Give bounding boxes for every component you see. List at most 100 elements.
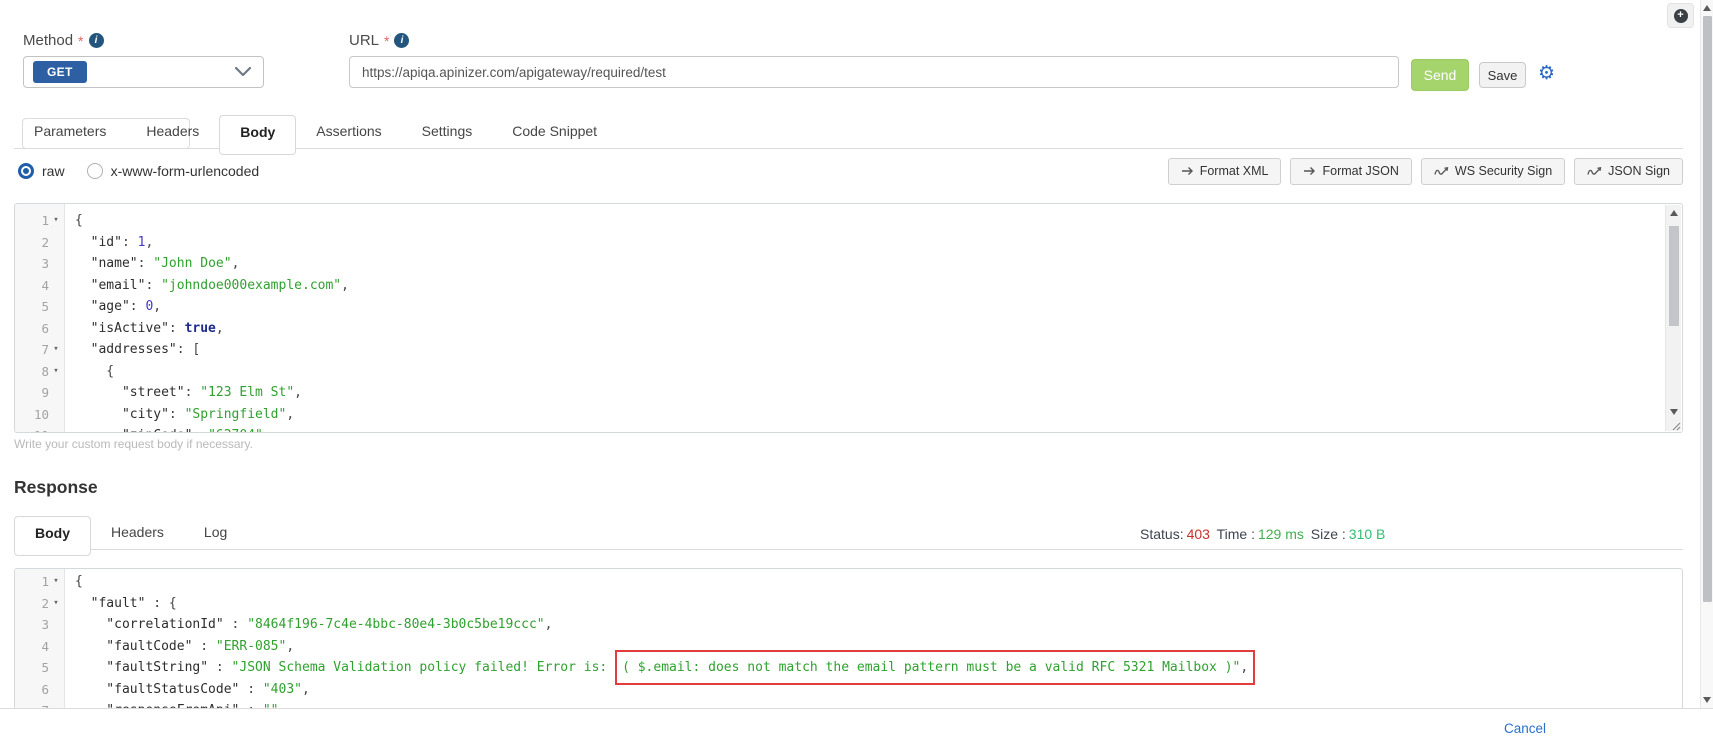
signature-icon (1434, 166, 1449, 177)
tab-headers[interactable]: Headers (126, 115, 219, 148)
gear-icon[interactable]: ⚙ (1538, 60, 1555, 86)
body-hint-text: Write your custom request body if necess… (14, 437, 1683, 451)
send-button[interactable]: Send (1411, 59, 1469, 91)
status-value: 403 (1187, 526, 1210, 542)
line-number: 1 (41, 210, 49, 232)
line-number: 10 (34, 404, 49, 426)
line-number: 6 (41, 679, 49, 701)
tab-assertions[interactable]: Assertions (296, 115, 401, 148)
tab-body[interactable]: Body (219, 115, 296, 155)
radio-selected-icon (18, 163, 34, 179)
line-number: 6 (41, 318, 49, 340)
fold-arrow-icon[interactable]: ▾ (49, 210, 63, 232)
code-line: 5 "age": 0, (15, 296, 1682, 318)
required-marker: * (384, 33, 389, 49)
info-icon[interactable]: i (394, 33, 409, 48)
line-number: 9 (41, 382, 49, 404)
code-line: 11 "zipCode": "62704", (15, 425, 1682, 433)
response-body-editor[interactable]: 1▾{2▾ "fault" : {3 "correlationId" : "84… (14, 568, 1683, 722)
line-number: 5 (41, 657, 49, 679)
fold-arrow-icon[interactable]: ▾ (49, 571, 63, 593)
request-bar: Method * i GET URL * i Send Save ⚙ (23, 32, 1683, 91)
code-line: 1▾{ (15, 210, 1682, 232)
response-title: Response (14, 477, 1683, 498)
request-tabstrip: Parameters Headers Body Assertions Setti… (14, 109, 1683, 155)
scroll-down-icon[interactable] (1703, 697, 1711, 703)
arrow-right-icon (1181, 166, 1194, 176)
request-body-editor[interactable]: 1▾{2 "id": 1,3 "name": "John Doe",4 "ema… (14, 203, 1683, 433)
json-sign-button[interactable]: JSON Sign (1574, 158, 1683, 185)
body-mode-row: raw x-www-form-urlencoded Format XML For… (14, 157, 1683, 185)
url-input[interactable] (349, 56, 1399, 88)
line-number: 11 (34, 425, 49, 433)
code-line: 4 "email": "johndoe000example.com", (15, 275, 1682, 297)
scrollbar-thumb[interactable] (1669, 226, 1679, 326)
code-line: 6 "isActive": true, (15, 318, 1682, 340)
page-scrollbar[interactable] (1700, 0, 1713, 708)
method-badge: GET (33, 61, 87, 83)
tab-code-snippet[interactable]: Code Snippet (492, 115, 617, 148)
line-number: 3 (41, 614, 49, 636)
raw-radio[interactable]: raw (18, 163, 65, 179)
scrollbar-thumb[interactable] (1703, 16, 1712, 602)
url-label: URL (349, 32, 379, 49)
radio-unselected-icon (87, 163, 103, 179)
urlencoded-radio-label: x-www-form-urlencoded (111, 163, 260, 179)
tab-settings[interactable]: Settings (402, 115, 493, 148)
fold-arrow-icon[interactable]: ▾ (49, 339, 63, 361)
info-icon[interactable]: i (89, 33, 104, 48)
time-value: 129 ms (1258, 526, 1304, 542)
tab-parameters[interactable]: Parameters (14, 115, 126, 148)
editor-scrollbar[interactable] (1665, 205, 1681, 431)
size-label: Size : (1311, 526, 1346, 542)
line-number: 4 (41, 636, 49, 658)
response-tabstrip: Body Headers Log Status:403 Time :129 ms… (14, 510, 1683, 556)
code-line: 7▾ "addresses": [ (15, 339, 1682, 361)
dialog-content: Method * i GET URL * i Send Save ⚙ (14, 0, 1683, 722)
signature-icon (1587, 166, 1602, 177)
code-line: 3 "name": "John Doe", (15, 253, 1682, 275)
line-number: 7 (41, 339, 49, 361)
scroll-up-icon[interactable] (1670, 210, 1678, 216)
code-line: 10 "city": "Springfield", (15, 404, 1682, 426)
resize-grip-icon[interactable] (1670, 420, 1681, 431)
code-line: 8▾ { (15, 361, 1682, 383)
line-number: 5 (41, 296, 49, 318)
ws-security-sign-button[interactable]: WS Security Sign (1421, 158, 1565, 185)
cancel-button[interactable]: Cancel (1504, 721, 1546, 736)
response-status-line: Status:403 Time :129 ms Size :310 B (1140, 526, 1388, 542)
chevron-down-icon (235, 67, 251, 77)
code-line: 2▾ "fault" : { (15, 593, 1682, 615)
scroll-down-icon[interactable] (1670, 409, 1678, 415)
code-line: 3 "correlationId" : "8464f196-7c4e-4bbc-… (15, 614, 1682, 636)
urlencoded-radio[interactable]: x-www-form-urlencoded (87, 163, 260, 179)
arrow-right-icon (1303, 166, 1316, 176)
dialog-footer: Cancel (0, 708, 1713, 747)
code-line: 5 "faultString" : "JSON Schema Validatio… (15, 657, 1682, 679)
format-json-button[interactable]: Format JSON (1290, 158, 1411, 185)
error-highlight-box: ( $.email: does not match the email patt… (615, 650, 1255, 685)
method-label: Method (23, 32, 73, 49)
format-xml-button[interactable]: Format XML (1168, 158, 1282, 185)
response-tab-headers[interactable]: Headers (91, 516, 184, 549)
save-button[interactable]: Save (1479, 62, 1526, 88)
line-number: 1 (41, 571, 49, 593)
method-select[interactable]: GET (23, 56, 264, 88)
code-line: 2 "id": 1, (15, 232, 1682, 254)
line-number: 3 (41, 253, 49, 275)
line-number: 8 (41, 361, 49, 383)
time-label: Time : (1217, 526, 1255, 542)
code-line: 1▾{ (15, 571, 1682, 593)
size-value: 310 B (1349, 526, 1386, 542)
required-marker: * (78, 33, 83, 49)
request-test-dialog: + Method * i GET URL * i (0, 0, 1713, 747)
code-line: 9 "street": "123 Elm St", (15, 382, 1682, 404)
fold-arrow-icon[interactable]: ▾ (49, 593, 63, 615)
raw-radio-label: raw (42, 163, 65, 179)
status-label: Status: (1140, 526, 1184, 542)
fold-arrow-icon[interactable]: ▾ (49, 361, 63, 383)
response-tab-log[interactable]: Log (184, 516, 247, 549)
line-number: 2 (41, 232, 49, 254)
scroll-up-icon[interactable] (1703, 5, 1711, 11)
response-tab-body[interactable]: Body (14, 516, 91, 556)
